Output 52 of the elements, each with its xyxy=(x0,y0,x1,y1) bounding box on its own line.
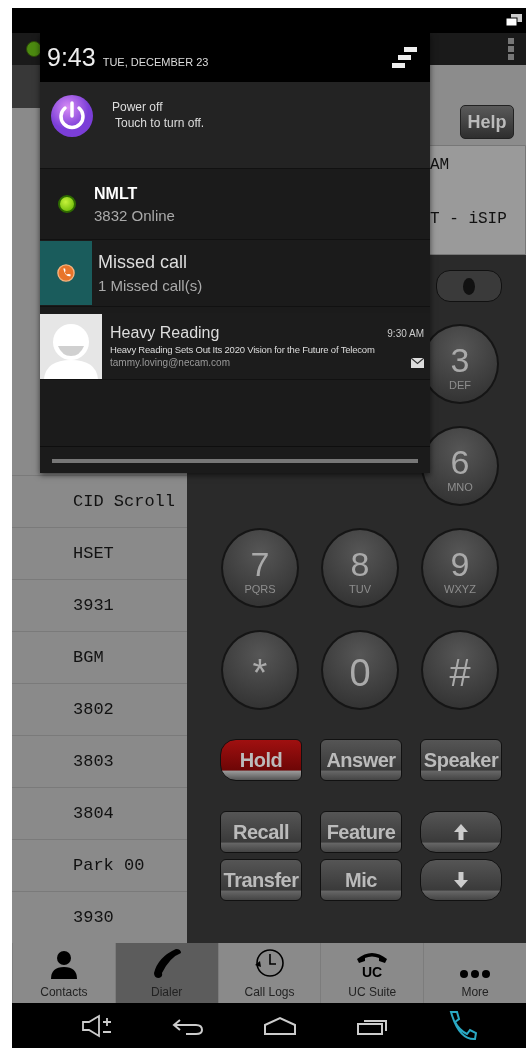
up-arrow-button[interactable] xyxy=(420,811,502,853)
down-arrow-icon xyxy=(454,872,468,888)
online-status-icon xyxy=(58,195,76,213)
clock-text: 9:43 xyxy=(47,43,96,72)
clock-icon xyxy=(254,947,285,979)
mail-icon xyxy=(411,357,424,368)
more-icon xyxy=(459,969,492,979)
keypad-key[interactable]: 7 PQRS xyxy=(221,528,299,608)
notification-text: 1 Missed call(s) xyxy=(98,277,203,294)
notification-card[interactable]: Missed call 1 Missed call(s) xyxy=(40,240,430,307)
handset-icon xyxy=(151,947,182,979)
display-text: T - iSIP xyxy=(430,210,507,228)
notification-text: 3832 Online xyxy=(94,206,175,224)
sender-email: tammy.loving@necam.com xyxy=(110,357,230,368)
drag-handle[interactable] xyxy=(52,459,418,463)
volume-icon[interactable] xyxy=(81,1013,114,1038)
missed-call-icon xyxy=(40,241,92,305)
notification-card[interactable]: NMLT 3832 Online xyxy=(40,169,430,240)
notification-title: Missed call xyxy=(98,252,189,273)
keypad-key[interactable]: # xyxy=(421,630,499,710)
function-button[interactable]: Recall xyxy=(220,811,302,853)
notification-title: Heavy Reading xyxy=(110,324,220,342)
notification-text: Heavy Reading Sets Out Its 2020 Vision for the Future of Telecom xyxy=(110,344,376,355)
notification-card[interactable]: Power off Touch to turn off. xyxy=(40,82,430,169)
date-text: TUE, DECEMBER 23 xyxy=(102,55,210,68)
hold-button[interactable]: Hold xyxy=(220,739,302,781)
notification-title: NMLT xyxy=(94,184,139,203)
overflow-menu-icon[interactable] xyxy=(508,38,514,60)
up-arrow-icon xyxy=(454,824,468,840)
person-icon xyxy=(49,949,78,979)
keypad-key[interactable]: 9 WXYZ xyxy=(421,528,499,608)
down-arrow-button[interactable] xyxy=(420,859,502,901)
notification-title: Power off xyxy=(112,100,164,114)
function-button[interactable]: Mic xyxy=(320,859,402,901)
function-button[interactable]: Speaker xyxy=(420,739,502,781)
help-button[interactable]: Help xyxy=(460,105,514,139)
function-button[interactable]: Answer xyxy=(320,739,402,781)
notification-time: 9:30 AM xyxy=(387,327,424,339)
avatar-icon xyxy=(40,313,102,379)
keypad-key[interactable]: * xyxy=(221,630,299,710)
function-button[interactable]: Transfer xyxy=(220,859,302,901)
clear-all-icon[interactable] xyxy=(392,46,418,69)
home-icon[interactable] xyxy=(263,1015,297,1036)
function-button[interactable]: Feature xyxy=(320,811,402,853)
power-icon xyxy=(50,94,94,138)
display-text: AM xyxy=(430,156,450,174)
keypad-key[interactable]: 8 TUV xyxy=(321,528,399,608)
notification-card[interactable]: Heavy Reading 9:30 AM Heavy Reading Sets Out Its 2020 Vision for the Future of Telecom tammy.loving@necam.com xyxy=(40,313,430,380)
keypad-key[interactable]: 0 xyxy=(321,630,399,710)
windows-icon xyxy=(506,13,522,28)
keypad-key[interactable]: 6 MNO xyxy=(421,426,499,506)
notification-text: Touch to turn off. xyxy=(114,116,205,130)
